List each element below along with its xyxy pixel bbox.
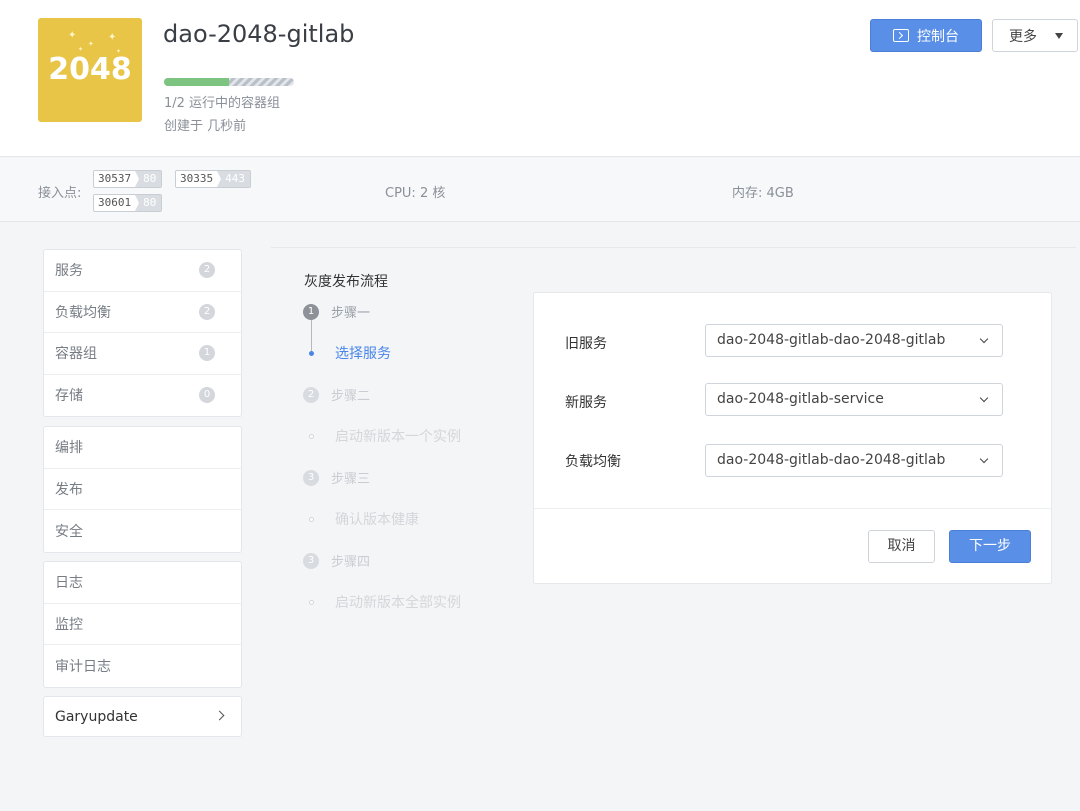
step-number: 2 xyxy=(303,386,319,403)
old-service-label: 旧服务 xyxy=(565,336,607,352)
step-number: 3 xyxy=(303,552,319,569)
sparkle-icon: ✦ xyxy=(108,32,117,43)
terminal-icon xyxy=(893,29,909,42)
running-status: 1/2 运行中的容器组 xyxy=(164,96,281,111)
sparkle-icon: ✦ xyxy=(68,30,77,41)
port-badge[interactable]: 30601 80 xyxy=(93,194,163,212)
sidebar-group-resources: 服务 2 负载均衡 2 容器组 1 存储 0 xyxy=(43,249,242,417)
sidebar-item-label: 日志 xyxy=(55,575,83,592)
more-dropdown-button[interactable]: 更多 xyxy=(992,19,1078,52)
chevron-down-icon xyxy=(979,393,989,403)
sidebar-item-label: 负载均衡 xyxy=(55,304,111,321)
count-badge: 0 xyxy=(199,387,215,404)
step-4-substep: 启动新版本全部实例 xyxy=(335,595,461,611)
load-balancer-label: 负载均衡 xyxy=(565,454,621,470)
step-dot xyxy=(309,434,314,439)
created-time: 创建于 几秒前 xyxy=(164,119,247,134)
old-service-select[interactable]: dao-2048-gitlab-dao-2048-gitlab xyxy=(705,324,1003,357)
sidebar-item-label: 发布 xyxy=(55,481,83,498)
caret-down-icon xyxy=(1055,32,1063,39)
flow-title: 灰度发布流程 xyxy=(304,274,388,290)
port-badge[interactable]: 30335 443 xyxy=(175,170,251,188)
chevron-down-icon xyxy=(979,454,989,464)
logo-text: 2048 xyxy=(48,52,132,87)
step-label: 步骤二 xyxy=(331,389,371,404)
more-button-label: 更多 xyxy=(1009,28,1037,45)
step-label: 步骤一 xyxy=(331,306,371,321)
service-selection-card: 旧服务 dao-2048-gitlab-dao-2048-gitlab 新服务 … xyxy=(533,292,1052,584)
load-balancer-select[interactable]: dao-2048-gitlab-dao-2048-gitlab xyxy=(705,444,1003,477)
step-connector xyxy=(311,319,312,354)
next-step-button[interactable]: 下一步 xyxy=(949,530,1031,563)
content-divider xyxy=(271,247,1076,248)
endpoint-label: 接入点: xyxy=(38,186,82,201)
port-number: 30537 xyxy=(94,171,136,187)
card-divider xyxy=(534,508,1051,509)
load-balancer-value: dao-2048-gitlab-dao-2048-gitlab xyxy=(717,452,946,468)
new-service-value: dao-2048-gitlab-service xyxy=(717,391,884,407)
chevron-down-icon xyxy=(979,334,989,344)
step-dot xyxy=(309,517,314,522)
step-number: 1 xyxy=(303,303,319,320)
step-label: 步骤四 xyxy=(331,555,371,570)
sidebar-item-security[interactable]: 安全 xyxy=(44,510,241,552)
sidebar-item-container-groups[interactable]: 容器组 1 xyxy=(44,333,241,375)
sidebar-group-ops: 编排 发布 安全 xyxy=(43,426,242,553)
step-2-substep: 启动新版本一个实例 xyxy=(335,429,461,445)
step-3-substep: 确认版本健康 xyxy=(335,512,419,528)
sidebar-item-label: 容器组 xyxy=(55,346,97,363)
sidebar-item-monitoring[interactable]: 监控 xyxy=(44,604,241,645)
sidebar-item-label: Garyupdate xyxy=(55,708,138,725)
running-progress-fill xyxy=(164,78,229,86)
sidebar-item-storage[interactable]: 存储 0 xyxy=(44,375,241,417)
sidebar-item-audit-logs[interactable]: 审计日志 xyxy=(44,645,241,687)
step-1: 1 步骤一 xyxy=(303,302,370,321)
sidebar-item-services[interactable]: 服务 2 xyxy=(44,250,241,292)
page-title: dao-2048-gitlab xyxy=(163,20,355,48)
sidebar-item-label: 监控 xyxy=(55,616,83,633)
step-dot xyxy=(309,600,314,605)
chevron-right-icon xyxy=(214,710,225,721)
port-number: 30335 xyxy=(176,171,218,187)
sidebar-item-label: 编排 xyxy=(55,440,83,457)
sparkle-icon: ✦ xyxy=(88,40,94,48)
step-3: 3 步骤三 xyxy=(303,468,370,487)
step-4: 3 步骤四 xyxy=(303,551,370,570)
sidebar-group-observability: 日志 监控 审计日志 xyxy=(43,561,242,688)
port-number: 30601 xyxy=(94,195,136,211)
info-bar: 接入点: 30537 80 30335 443 30601 80 CPU: 2 … xyxy=(0,158,1080,222)
step-dot-active xyxy=(309,351,314,356)
port-target: 80 xyxy=(135,195,162,211)
cancel-button[interactable]: 取消 xyxy=(868,530,935,563)
new-service-label: 新服务 xyxy=(565,395,607,411)
port-badge[interactable]: 30537 80 xyxy=(93,170,163,188)
sidebar-item-garyupdate[interactable]: Garyupdate xyxy=(43,696,242,737)
running-progress-bar xyxy=(164,78,294,86)
port-target: 443 xyxy=(217,171,250,187)
old-service-value: dao-2048-gitlab-dao-2048-gitlab xyxy=(717,332,946,348)
memory-info: 内存: 4GB xyxy=(732,186,794,201)
sidebar-item-release[interactable]: 发布 xyxy=(44,469,241,510)
console-button[interactable]: 控制台 xyxy=(870,19,982,52)
sidebar-item-label: 安全 xyxy=(55,523,83,540)
step-1-substep[interactable]: 选择服务 xyxy=(335,343,391,363)
count-badge: 1 xyxy=(199,345,215,362)
sidebar-item-orchestration[interactable]: 编排 xyxy=(44,427,241,469)
new-service-select[interactable]: dao-2048-gitlab-service xyxy=(705,383,1003,416)
step-2: 2 步骤二 xyxy=(303,385,370,404)
console-button-label: 控制台 xyxy=(917,28,959,45)
cpu-info: CPU: 2 核 xyxy=(385,186,446,201)
count-badge: 2 xyxy=(199,303,215,320)
sidebar-item-logs[interactable]: 日志 xyxy=(44,562,241,604)
sidebar-item-label: 服务 xyxy=(55,263,83,280)
sidebar-item-label: 审计日志 xyxy=(55,658,111,675)
app-logo: ✦ ✦ ✦ ✦ ✦ 2048 xyxy=(38,18,142,122)
app-header: ✦ ✦ ✦ ✦ ✦ 2048 dao-2048-gitlab 1/2 运行中的容… xyxy=(0,0,1080,157)
step-number: 3 xyxy=(303,469,319,486)
sidebar-item-label: 存储 xyxy=(55,388,83,405)
port-target: 80 xyxy=(135,171,162,187)
step-label: 步骤三 xyxy=(331,472,371,487)
count-badge: 2 xyxy=(199,262,215,279)
sidebar-item-load-balancer[interactable]: 负载均衡 2 xyxy=(44,292,241,333)
